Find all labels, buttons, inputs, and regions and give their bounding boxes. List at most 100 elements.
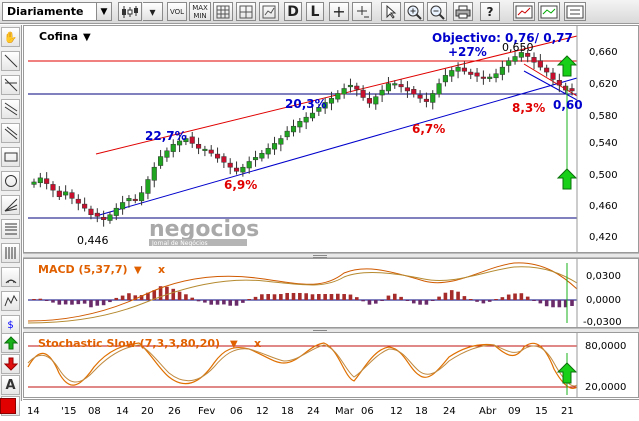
macd-bar [506, 294, 511, 300]
macd-bar [203, 300, 207, 303]
stop-button[interactable] [0, 398, 16, 414]
price-chart-panel[interactable]: negocios Jornal de Negócios 0,660 0,620 … [23, 25, 639, 253]
candle [468, 71, 474, 75]
zoom-out-icon[interactable] [427, 2, 447, 21]
macd-bar [551, 300, 555, 308]
channel-tool-icon[interactable] [1, 99, 20, 119]
help-icon[interactable]: ? [480, 2, 500, 21]
candle [436, 83, 442, 95]
candle [221, 156, 227, 163]
wave-tool-icon[interactable] [1, 291, 20, 311]
symbol-header[interactable]: Cofina ▼ [39, 30, 91, 43]
candle [347, 84, 354, 88]
stoch-d-line [27, 344, 578, 387]
macd-bar [253, 296, 258, 300]
buy-arrow-icon[interactable] [1, 333, 20, 353]
crosshair-hline-icon[interactable] [352, 2, 372, 21]
l-button[interactable]: L [306, 2, 324, 21]
line-tool-icon[interactable] [1, 51, 20, 71]
macd-bar [367, 300, 372, 305]
cursor-icon[interactable] [381, 2, 401, 21]
x-tick: 24 [307, 406, 320, 417]
macd-chart[interactable]: 0,0300 0,0000 -0,0300 MACD (5,37,7) ▼ x [24, 259, 638, 327]
trendline-tool-icon[interactable] [1, 75, 20, 95]
candle [271, 143, 278, 150]
candle [50, 184, 56, 191]
candle [31, 181, 37, 185]
stochastic-chart[interactable]: 80,0000 20,0000 Stochastic Slow (7,3,3,8… [24, 333, 638, 397]
stochastic-label: Stochastic Slow (7,3,3,80,20) [38, 337, 220, 350]
macd-bar [430, 300, 435, 301]
x-tick: 09 [508, 406, 521, 417]
chevron-down-icon: ▼ [83, 32, 91, 43]
chevron-down-icon[interactable]: ▾ [143, 2, 163, 21]
x-tick: 15 [535, 406, 548, 417]
fibonacci-retracement-icon[interactable] [1, 219, 20, 239]
candle [44, 178, 50, 184]
macd-bar [82, 300, 87, 304]
macd-panel[interactable]: 0,0300 0,0000 -0,0300 MACD (5,37,7) ▼ x [23, 258, 639, 328]
vertical-lines-icon[interactable] [1, 243, 20, 263]
save-chart-icon[interactable] [513, 2, 535, 21]
scale-icon[interactable] [259, 2, 279, 21]
y-tick: 0,420 [589, 232, 618, 243]
candle [480, 76, 486, 79]
grid-lines-icon[interactable] [236, 2, 256, 21]
volume-button[interactable]: VOL [167, 2, 187, 21]
drawing-toolbar: ✋ $ A ⊗ [0, 25, 22, 416]
scale-switch-icon[interactable]: $ [1, 315, 20, 335]
candle [88, 208, 94, 216]
candle [56, 190, 62, 197]
candle [126, 198, 132, 202]
crosshair-icon[interactable]: + [329, 2, 349, 21]
rectangle-tool-icon[interactable] [1, 147, 20, 167]
plus27-label: +27% [448, 45, 487, 59]
watermark-text: negocios [149, 217, 259, 242]
macd-bar [355, 297, 359, 300]
parallel-lines-icon[interactable] [1, 123, 20, 143]
fibonacci-fan-icon[interactable] [1, 195, 20, 215]
zoom-in-icon[interactable] [404, 2, 424, 21]
candle [392, 83, 398, 86]
macd-bar [462, 296, 467, 300]
macd-bar [437, 296, 441, 300]
candlestick-icon[interactable] [118, 2, 142, 21]
compare-chart-icon[interactable] [538, 2, 560, 21]
x-tick: 24 [443, 406, 456, 417]
grid-icon[interactable] [213, 2, 233, 21]
y-tick: 0,0000 [586, 295, 621, 306]
ellipse-tool-icon[interactable] [1, 171, 20, 191]
maxmin-button[interactable]: MAX MIN [189, 2, 211, 21]
stochastic-panel[interactable]: 80,0000 20,0000 Stochastic Slow (7,3,3,8… [23, 332, 639, 398]
macd-bar [279, 294, 283, 300]
period-select[interactable]: Diariamente ▼ [2, 2, 112, 21]
print-icon[interactable] [453, 2, 473, 21]
candle [537, 60, 543, 68]
x-axis: 14 '15 08 14 20 26 Fev 06 12 18 24 Mar 06 12 18 24 Abr 09… [23, 399, 639, 420]
macd-bar [70, 300, 74, 305]
macd-bar [336, 293, 340, 300]
price-chart[interactable]: negocios Jornal de Negócios 0,660 0,620 … [24, 26, 638, 252]
macd-bar [32, 299, 36, 300]
candle [442, 75, 448, 83]
macd-bar [215, 300, 220, 305]
stochastic-header[interactable]: Stochastic Slow (7,3,3,80,20) ▼ x [38, 337, 261, 350]
macd-bar [487, 300, 492, 302]
macd-header[interactable]: MACD (5,37,7) ▼ x [38, 263, 165, 276]
d-button[interactable]: D [284, 2, 302, 21]
candle [215, 153, 221, 159]
macd-bar [228, 300, 233, 306]
text-tool-icon[interactable]: A [1, 375, 20, 395]
hand-icon[interactable]: ✋ [1, 27, 20, 47]
candle [145, 179, 151, 194]
macd-bar [222, 300, 226, 305]
macd-bar [291, 292, 296, 300]
macd-label: MACD (5,37,7) [38, 263, 128, 276]
arc-tool-icon[interactable] [1, 267, 20, 287]
sell-arrow-icon[interactable] [1, 354, 20, 374]
chevron-down-icon[interactable]: ▼ [96, 3, 111, 20]
candle [170, 143, 176, 152]
macd-bar [525, 296, 530, 300]
settings-icon[interactable] [564, 2, 586, 21]
candle [354, 85, 360, 90]
